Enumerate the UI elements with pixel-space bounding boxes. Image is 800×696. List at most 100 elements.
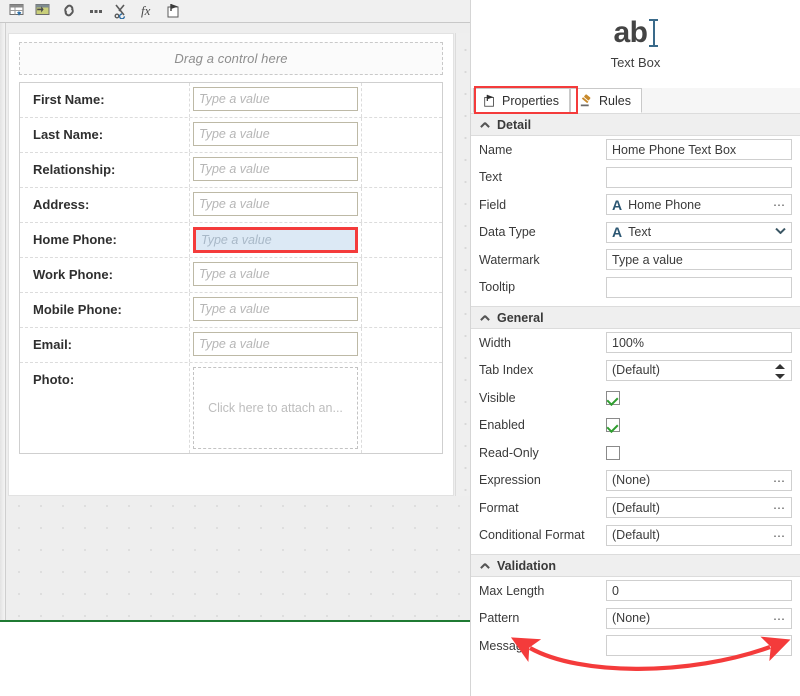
properties-tab-bar: Properties Rules [471, 88, 800, 114]
property-label: Name [471, 143, 606, 157]
form-designer-window: fx Drag a control here First N [0, 0, 800, 696]
field-input-cell[interactable]: Click here to attach an... [190, 363, 362, 453]
name-input[interactable]: Home Phone Text Box [606, 139, 792, 160]
chevron-down-icon[interactable] [775, 228, 785, 238]
table-row-photo[interactable]: Photo: Click here to attach an... [20, 363, 442, 453]
section-header-detail[interactable]: Detail [471, 113, 800, 136]
pattern-selector[interactable]: (None) ⋯ [606, 608, 792, 629]
field-input-cell[interactable]: Type a value [190, 153, 362, 187]
message-input[interactable] [606, 635, 792, 656]
design-canvas[interactable]: Drag a control here First Name: Type a v… [0, 23, 470, 621]
max-length-value: 0 [612, 584, 619, 598]
field-input-cell[interactable]: Type a value [190, 293, 362, 327]
table-row[interactable]: Mobile Phone: Type a value [20, 293, 442, 328]
conditional-format-selector[interactable]: (Default) ⋯ [606, 525, 792, 546]
expression-value: (None) [612, 473, 650, 487]
canvas-left-rail [0, 23, 6, 621]
property-row-enabled: Enabled [471, 412, 800, 440]
watermark-text: Type a value [199, 127, 270, 141]
attachment-drop-area[interactable]: Click here to attach an... [193, 367, 358, 449]
text-box-home-phone-selected[interactable]: Type a value [193, 227, 358, 253]
text-type-a-icon: A [612, 225, 622, 239]
pattern-ellipsis-button[interactable]: ⋯ [773, 613, 786, 625]
text-box-work-phone[interactable]: Type a value [193, 262, 358, 286]
panel-export-icon[interactable] [30, 1, 56, 22]
expression-ellipsis-button[interactable]: ⋯ [773, 475, 786, 487]
format-selector[interactable]: (Default) ⋯ [606, 497, 792, 518]
table-row[interactable]: Relationship: Type a value [20, 153, 442, 188]
tab-rules[interactable]: Rules [570, 88, 642, 113]
drop-zone-label: Drag a control here [174, 51, 287, 66]
table-row[interactable]: Work Phone: Type a value [20, 258, 442, 293]
tab-index-value: (Default) [612, 363, 660, 377]
designer-panel: fx Drag a control here First N [0, 0, 470, 696]
field-pad-cell [362, 258, 442, 292]
visible-checkbox[interactable] [606, 391, 620, 405]
table-row-selected[interactable]: Home Phone: Type a value [20, 223, 442, 258]
field-value: Home Phone [628, 198, 701, 212]
enabled-checkbox[interactable] [606, 418, 620, 432]
property-row-read-only: Read-Only [471, 439, 800, 467]
watermark-text: Type a value [199, 92, 270, 106]
property-label: Data Type [471, 225, 606, 239]
field-label: Address: [20, 188, 190, 222]
format-ellipsis-button[interactable]: ⋯ [773, 502, 786, 514]
function-icon[interactable]: fx [134, 1, 160, 22]
property-label: Text [471, 170, 606, 184]
property-row-pattern: Pattern (None) ⋯ [471, 605, 800, 633]
section-title: Detail [497, 118, 531, 132]
field-input-cell[interactable]: Type a value [190, 118, 362, 152]
field-input-cell[interactable]: Type a value [190, 188, 362, 222]
property-label: Watermark [471, 253, 606, 267]
watermark-text: Type a value [199, 162, 270, 176]
max-length-input[interactable]: 0 [606, 580, 792, 601]
data-type-select[interactable]: A Text [606, 222, 792, 243]
property-row-text: Text [471, 164, 800, 192]
table-row[interactable]: Address: Type a value [20, 188, 442, 223]
table-row[interactable]: Last Name: Type a value [20, 118, 442, 153]
drop-zone[interactable]: Drag a control here [19, 42, 443, 75]
text-type-a-icon: A [612, 198, 622, 212]
text-box-first-name[interactable]: Type a value [193, 87, 358, 111]
field-ellipsis-button[interactable]: ⋯ [773, 199, 786, 211]
section-header-validation[interactable]: Validation [471, 554, 800, 577]
tooltip-input[interactable] [606, 277, 792, 298]
watermark-input[interactable]: Type a value [606, 249, 792, 270]
tab-index-stepper[interactable]: (Default) [606, 360, 792, 381]
field-input-cell[interactable]: Type a value [190, 83, 362, 117]
table-row[interactable]: Email: Type a value [20, 328, 442, 363]
field-label: Relationship: [20, 153, 190, 187]
text-box-address[interactable]: Type a value [193, 192, 358, 216]
field-input-cell[interactable]: Type a value [190, 328, 362, 362]
field-input-cell[interactable]: Type a value [190, 258, 362, 292]
property-label: Expression [471, 473, 606, 487]
text-input[interactable] [606, 167, 792, 188]
scissors-refresh-icon[interactable] [108, 1, 134, 22]
property-label: Tab Index [471, 363, 606, 377]
conditional-format-ellipsis-button[interactable]: ⋯ [773, 530, 786, 542]
width-input[interactable]: 100% [606, 332, 792, 353]
spinner-arrows-icon[interactable] [775, 363, 785, 380]
ellipsis-icon[interactable] [82, 1, 108, 22]
property-label: Enabled [471, 418, 606, 432]
field-selector[interactable]: A Home Phone ⋯ [606, 194, 792, 215]
link-icon[interactable] [56, 1, 82, 22]
watermark-text: Type a value [199, 267, 270, 281]
property-row-name: Name Home Phone Text Box [471, 136, 800, 164]
section-header-general[interactable]: General [471, 306, 800, 329]
text-box-mobile-phone[interactable]: Type a value [193, 297, 358, 321]
properties-tag-icon[interactable] [160, 1, 186, 22]
spinner-up-icon[interactable] [775, 364, 785, 369]
text-box-relationship[interactable]: Type a value [193, 157, 358, 181]
field-pad-cell [362, 328, 442, 362]
text-box-email[interactable]: Type a value [193, 332, 358, 356]
field-input-cell[interactable]: Type a value [190, 223, 362, 257]
table-row[interactable]: First Name: Type a value [20, 83, 442, 118]
read-only-checkbox[interactable] [606, 446, 620, 460]
text-box-last-name[interactable]: Type a value [193, 122, 358, 146]
grid-refresh-icon[interactable] [4, 1, 30, 22]
expression-selector[interactable]: (None) ⋯ [606, 470, 792, 491]
spinner-down-icon[interactable] [775, 374, 785, 379]
tab-properties[interactable]: Properties [473, 88, 570, 113]
form-field-table: First Name: Type a value Last Name: [19, 82, 443, 454]
